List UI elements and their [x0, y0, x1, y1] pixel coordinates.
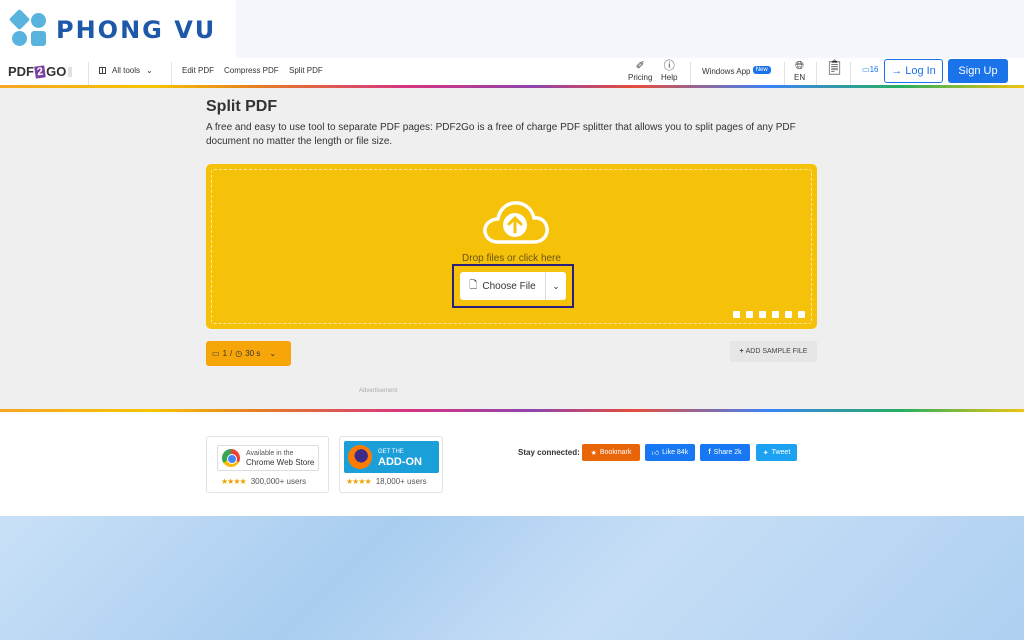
clipboard-clock-icon: 📋︎	[825, 59, 845, 76]
choose-file-button[interactable]: 🗋︎ Choose File ⌄	[460, 272, 566, 300]
windows-app-label: Windows App	[702, 67, 751, 76]
facebook-share-button[interactable]: f Share 2k	[700, 444, 750, 461]
main-content: Split PDF A free and easy to use tool to…	[0, 88, 1024, 409]
bookmark-label: Bookmark	[599, 449, 632, 456]
file-icon: 🗋︎	[469, 279, 478, 291]
grid-icon	[99, 67, 106, 74]
credits-indicator[interactable]: ▭16	[862, 65, 878, 74]
star-icon: ★	[590, 449, 597, 457]
dropbox-icon[interactable]	[785, 311, 792, 318]
onedrive-icon[interactable]	[772, 311, 779, 318]
nav-link-compress-pdf[interactable]: Compress PDF	[224, 66, 279, 75]
pricing-link[interactable]: ✐ Pricing	[628, 59, 652, 82]
all-tools-menu[interactable]: All tools ⌄	[99, 66, 153, 75]
login-icon: →	[891, 65, 903, 77]
folder-icon[interactable]	[733, 311, 740, 318]
share-label: Share 2k	[713, 449, 742, 456]
chrome-icon	[222, 449, 240, 467]
tweet-label: Tweet	[771, 449, 791, 456]
limit-separator: /	[230, 349, 233, 358]
file-drop-zone[interactable]: Drop files or click here 🗋︎ Choose File …	[206, 164, 817, 329]
copy-icon[interactable]	[798, 311, 805, 318]
language-selector[interactable]: 🌐︎ EN	[794, 59, 805, 82]
phongvu-logo-icon	[8, 8, 50, 48]
tweet-button[interactable]: ✦ Tweet	[756, 444, 797, 461]
plus-icon: +	[739, 348, 744, 355]
drop-files-text: Drop files or click here	[462, 253, 561, 264]
advertisement-label: Advertisement	[359, 388, 398, 394]
login-label: Log In	[905, 65, 936, 77]
add-sample-label: ADD SAMPLE FILE	[745, 348, 808, 355]
decorative-background	[0, 516, 1024, 640]
credits-count: 16	[869, 65, 879, 74]
twitter-icon: ✦	[762, 449, 769, 457]
limits-dropdown[interactable]: ▭ 1 / ◷ 30 s ⌄	[206, 341, 291, 366]
chrome-users: 300,000+ users	[250, 477, 307, 486]
like-label: Like 84k	[662, 449, 689, 456]
footer: Available in the Chrome Web Store ★★★★ 30…	[0, 412, 1024, 516]
chevron-down-icon: ⌄	[146, 66, 153, 75]
clock-icon: ◷	[235, 349, 243, 358]
globe-icon: 🌐︎	[795, 60, 804, 72]
file-limit: 1	[222, 349, 228, 358]
nav-link-split-pdf[interactable]: Split PDF	[289, 66, 323, 75]
login-button[interactable]: → Log In	[884, 59, 943, 83]
cloud-upload-icon	[483, 201, 549, 244]
google-drive-icon[interactable]	[759, 311, 766, 318]
help-icon: ⓘ	[663, 60, 675, 72]
link-icon[interactable]	[746, 311, 753, 318]
time-limit: 30 s	[245, 349, 261, 358]
watermark-text: PHONG VU	[56, 16, 217, 44]
choose-file-highlight: 🗋︎ Choose File ⌄	[452, 264, 574, 308]
all-tools-label: All tools	[112, 66, 141, 75]
pricing-label: Pricing	[628, 73, 653, 82]
facebook-like-button[interactable]: 👍︎ Like 84k	[645, 444, 695, 461]
coin-icon: ▭	[862, 65, 870, 74]
thumbs-up-icon: 👍︎	[651, 450, 660, 457]
add-sample-file-button[interactable]: + ADD SAMPLE FILE	[730, 341, 817, 362]
chevron-down-icon[interactable]: ⌄	[546, 281, 566, 292]
firefox-users: 18,000+ users	[375, 477, 427, 486]
logo-part-pdf: PDF	[8, 64, 34, 79]
logo-part-go: GO	[46, 64, 67, 79]
watermark-logo: PHONG VU	[8, 8, 217, 48]
history-button[interactable]: 📋︎	[825, 59, 845, 76]
page-description: A free and easy to use tool to separate …	[206, 122, 796, 147]
bookmark-button[interactable]: ★ Bookmark	[582, 444, 640, 461]
chrome-line1: Available in the	[246, 449, 294, 457]
help-label: Help	[661, 73, 678, 82]
signup-button[interactable]: Sign Up	[948, 59, 1008, 83]
language-label: EN	[794, 73, 806, 82]
top-nav: PDF 2 GO All tools ⌄ Edit PDF Compress PDF …	[0, 58, 1024, 88]
firefox-line2: ADD-ON	[378, 456, 422, 468]
rating-stars: ★★★★	[221, 477, 247, 486]
logo-part-2: 2	[34, 64, 46, 79]
pdf2go-logo[interactable]: PDF 2 GO	[8, 64, 73, 79]
nav-link-edit-pdf[interactable]: Edit PDF	[182, 66, 214, 75]
windows-app-link[interactable]: Windows App New	[702, 66, 771, 76]
coin-icon: ▭	[212, 349, 220, 358]
rating-stars: ★★★★	[346, 477, 372, 486]
stay-connected-label: Stay connected:	[518, 448, 580, 457]
upload-source-icons	[733, 311, 805, 318]
tag-icon: ✐	[635, 60, 645, 72]
chrome-line2: Chrome Web Store	[246, 457, 315, 467]
help-link[interactable]: ⓘ Help	[661, 59, 677, 82]
page-title: Split PDF	[206, 98, 278, 115]
chevron-down-icon: ⌄	[269, 349, 277, 358]
firefox-icon	[348, 445, 372, 469]
chrome-web-store-badge[interactable]: Available in the Chrome Web Store ★★★★ 30…	[206, 436, 329, 493]
facebook-icon: f	[708, 449, 711, 456]
choose-file-label: Choose File	[482, 280, 536, 292]
new-badge: New	[752, 66, 771, 74]
firefox-addon-badge[interactable]: GET THE ADD-ON ★★★★ 18,000+ users	[339, 436, 443, 493]
